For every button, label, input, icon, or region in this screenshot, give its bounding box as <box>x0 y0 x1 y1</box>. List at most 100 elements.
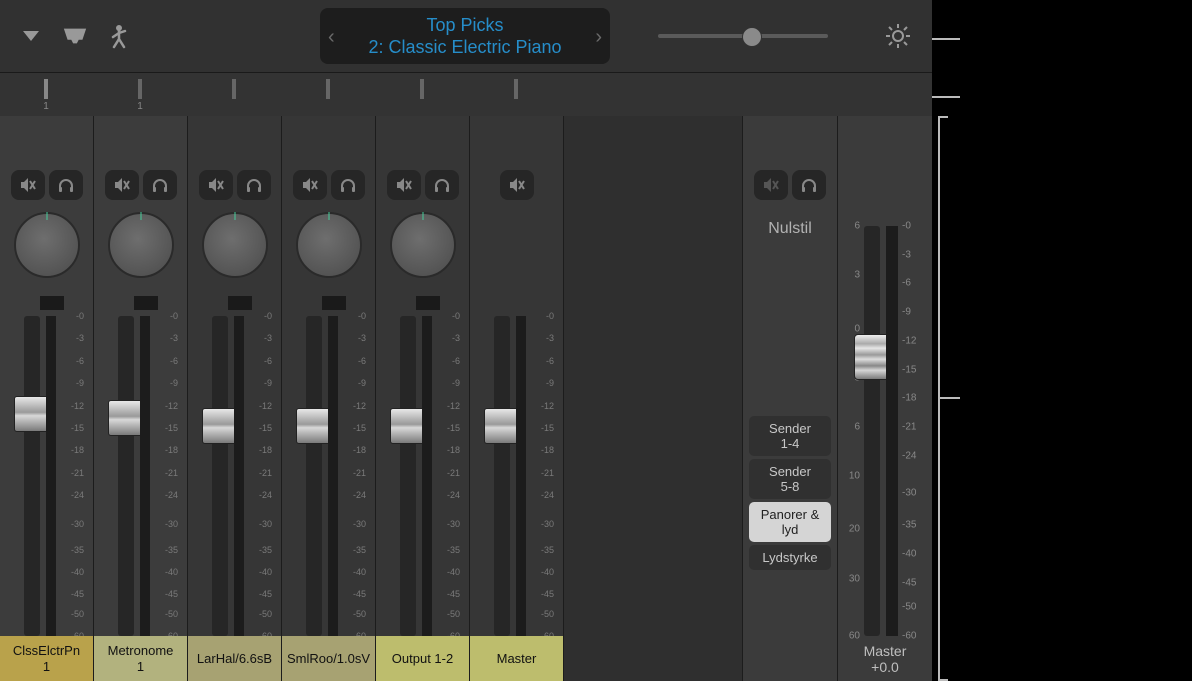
level-meter <box>140 316 150 636</box>
channel-name: Metronome <box>108 643 174 659</box>
callout-marker <box>932 96 960 98</box>
peak-indicator <box>228 296 252 310</box>
pan-knob[interactable] <box>202 212 268 278</box>
level-meter <box>46 316 56 636</box>
scale-tick: -15 <box>259 423 272 433</box>
headphones-icon[interactable] <box>425 170 459 200</box>
scale-tick: -6 <box>170 356 178 366</box>
fader-slot[interactable] <box>400 316 416 636</box>
view-selector-button[interactable]: Panorer &lyd <box>749 502 831 542</box>
mute-icon[interactable] <box>199 170 233 200</box>
scale-tick: -45 <box>541 589 554 599</box>
preset-label: Top Picks 2: Classic Electric Piano <box>368 14 561 58</box>
scale-tick: -45 <box>165 589 178 599</box>
mute-icon[interactable] <box>105 170 139 200</box>
performer-icon[interactable] <box>106 23 132 49</box>
level-meter <box>516 316 526 636</box>
scale-tick: -9 <box>76 378 84 388</box>
scale-tick: -30 <box>71 519 84 529</box>
view-selector-button[interactable]: Sender1-4 <box>749 416 831 456</box>
headphones-icon[interactable] <box>143 170 177 200</box>
mute-icon[interactable] <box>500 170 534 200</box>
fader-slot[interactable] <box>494 316 510 636</box>
preset-prev-icon[interactable]: ‹ <box>328 26 335 49</box>
channel-label[interactable]: Output 1-2 <box>376 636 469 681</box>
channel-label[interactable]: LarHal/6.6sB <box>188 636 281 681</box>
scale-tick: -24 <box>165 490 178 500</box>
preset-selector[interactable]: ‹ Top Picks 2: Classic Electric Piano › <box>320 8 610 64</box>
timeline-ruler[interactable]: 1 1 <box>0 73 932 118</box>
scale-tick: -0 <box>902 221 911 232</box>
gear-icon[interactable] <box>884 22 912 50</box>
channel-label[interactable]: Metronome 1 <box>94 636 187 681</box>
mute-icon[interactable] <box>754 170 788 200</box>
view-selector-button[interactable]: Sender5-8 <box>749 459 831 499</box>
channel-sub: 1 <box>137 659 144 675</box>
fader-area: -0-3-6-9-12-15-18-21-24-30-35-40-45-50-6… <box>188 316 281 636</box>
scale-tick: -9 <box>264 378 272 388</box>
scale-tick: -24 <box>902 450 916 461</box>
channel-strip: -0-3-6-9-12-15-18-21-24-30-35-40-45-50-6… <box>0 116 94 681</box>
disclosure-icon[interactable] <box>18 23 44 49</box>
headphones-icon[interactable] <box>331 170 365 200</box>
inbox-icon[interactable] <box>62 23 88 49</box>
master-scale-left: 6303610203060 <box>838 226 862 636</box>
scale-tick: -30 <box>165 519 178 529</box>
channel-label[interactable]: Master <box>470 636 563 681</box>
scale-tick: -0 <box>546 311 554 321</box>
scale-tick: -21 <box>71 468 84 478</box>
headphones-icon[interactable] <box>49 170 83 200</box>
scale-tick: -45 <box>447 589 460 599</box>
pan-knob[interactable] <box>390 212 456 278</box>
scale-tick: -18 <box>447 445 460 455</box>
scale-tick: -12 <box>165 401 178 411</box>
fader-slot[interactable] <box>24 316 40 636</box>
scale-tick: -40 <box>165 567 178 577</box>
master-scale-right: -0-3-6-9-12-15-18-21-24-30-35-40-45-50-6… <box>900 226 930 636</box>
scale-tick: 0 <box>854 323 860 334</box>
fader-area: -0-3-6-9-12-15-18-21-24-30-35-40-45-50-6… <box>470 316 563 636</box>
scale-tick: -12 <box>259 401 272 411</box>
level-meter <box>328 316 338 636</box>
master-fader-slot[interactable] <box>864 226 880 636</box>
view-selector-button[interactable]: Lydstyrke <box>749 545 831 570</box>
db-scale: -0-3-6-9-12-15-18-21-24-30-35-40-45-50-6… <box>340 316 370 636</box>
headphones-icon[interactable] <box>237 170 271 200</box>
fader-slot[interactable] <box>118 316 134 636</box>
mute-icon[interactable] <box>387 170 421 200</box>
reset-button[interactable]: Nulstil <box>743 220 837 238</box>
scale-tick: -35 <box>165 545 178 555</box>
scale-tick: -9 <box>546 378 554 388</box>
mixer-app: ‹ Top Picks 2: Classic Electric Piano › … <box>0 0 932 681</box>
top-slider[interactable] <box>658 30 828 42</box>
fader-slot[interactable] <box>306 316 322 636</box>
scale-tick: -15 <box>71 423 84 433</box>
scale-tick: -21 <box>259 468 272 478</box>
channel-label[interactable]: ClssElctrPn 1 <box>0 636 93 681</box>
channel-name: SmlRoo/1.0sV <box>287 651 370 667</box>
scale-tick: -18 <box>541 445 554 455</box>
slider-thumb[interactable] <box>742 27 762 47</box>
scale-tick: -0 <box>170 311 178 321</box>
headphones-icon[interactable] <box>792 170 826 200</box>
scale-tick: -50 <box>541 609 554 619</box>
db-scale: -0-3-6-9-12-15-18-21-24-30-35-40-45-50-6… <box>152 316 182 636</box>
channel-name: Output 1-2 <box>392 651 453 667</box>
scale-tick: -50 <box>447 609 460 619</box>
topbar-left-group <box>0 23 132 49</box>
scale-tick: -3 <box>170 333 178 343</box>
channel-label[interactable]: SmlRoo/1.0sV <box>282 636 375 681</box>
pan-knob[interactable] <box>296 212 362 278</box>
scale-tick: -9 <box>452 378 460 388</box>
scale-tick: -45 <box>902 577 916 588</box>
scale-tick: 30 <box>849 573 860 584</box>
pan-knob[interactable] <box>14 212 80 278</box>
pan-knob[interactable] <box>108 212 174 278</box>
channel-strip: -0-3-6-9-12-15-18-21-24-30-35-40-45-50-6… <box>282 116 376 681</box>
scale-tick: -6 <box>546 356 554 366</box>
mute-icon[interactable] <box>11 170 45 200</box>
preset-next-icon[interactable]: › <box>595 26 602 49</box>
fader-slot[interactable] <box>212 316 228 636</box>
scale-tick: -3 <box>546 333 554 343</box>
mute-icon[interactable] <box>293 170 327 200</box>
